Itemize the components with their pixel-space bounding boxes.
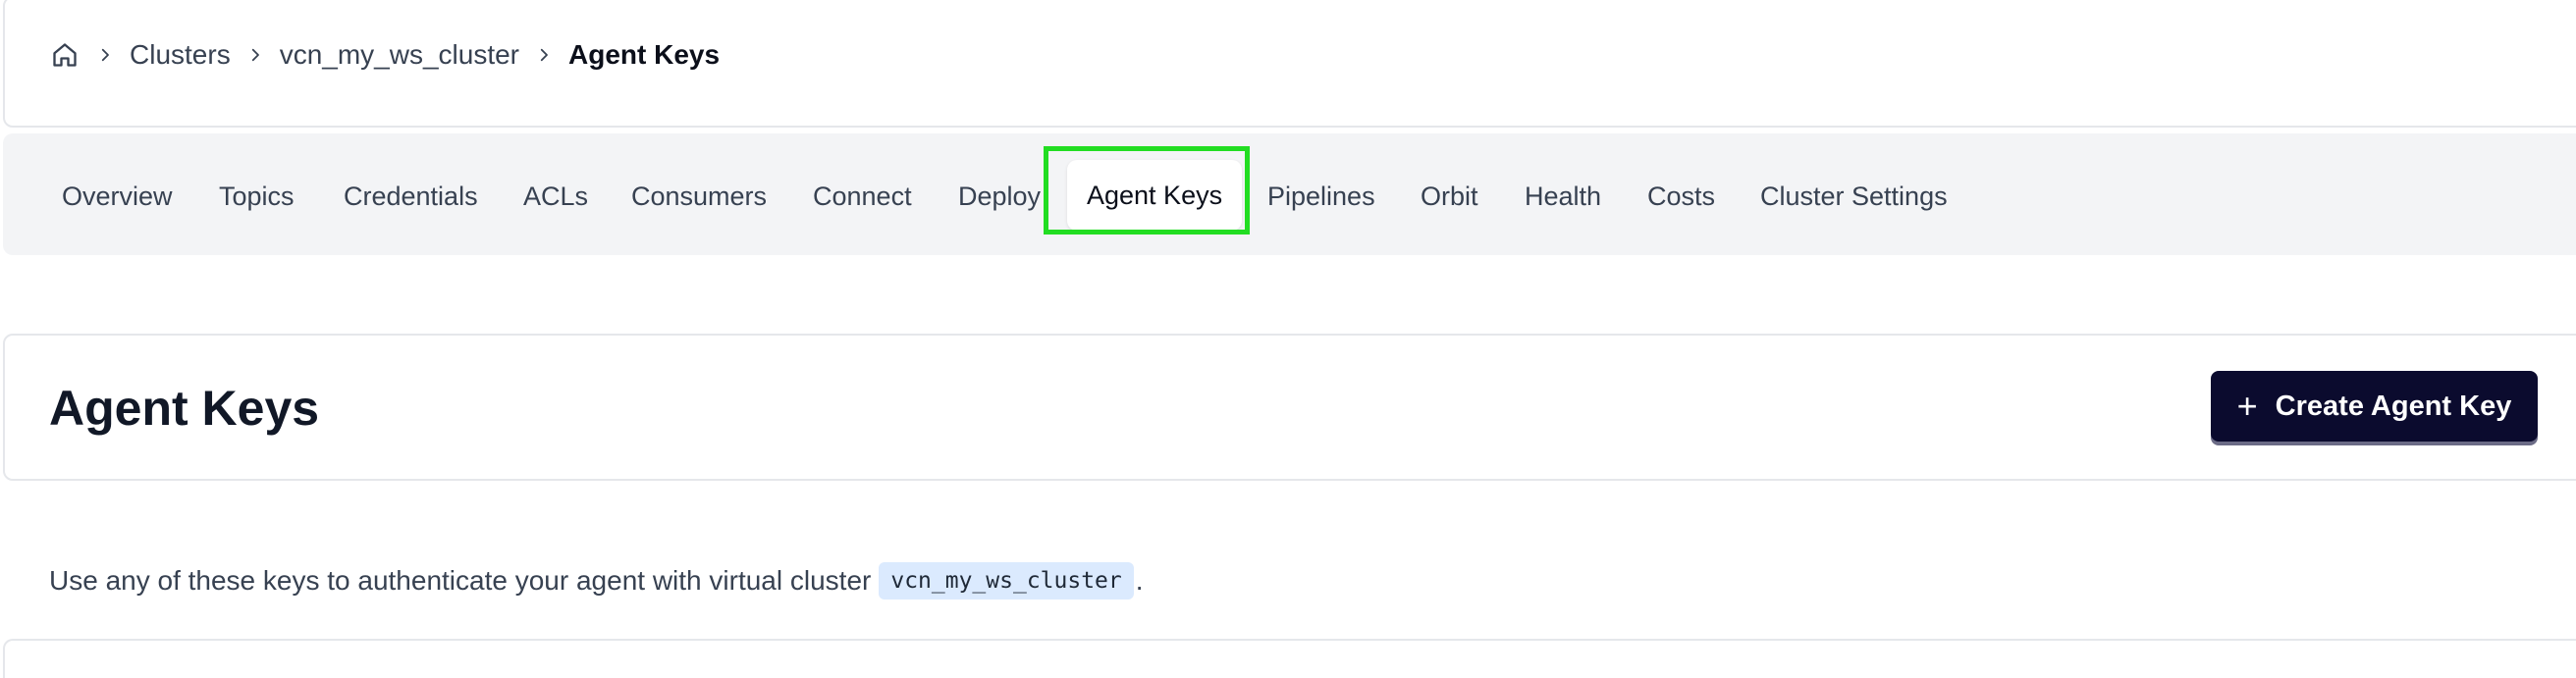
tab-costs[interactable]: Costs: [1647, 173, 1715, 220]
tab-consumers[interactable]: Consumers: [631, 173, 767, 220]
keys-list-card: [3, 639, 2576, 678]
tab-overview[interactable]: Overview: [62, 173, 173, 220]
breadcrumb: Clusters vcn_my_ws_cluster Agent Keys: [51, 35, 720, 75]
description-suffix: .: [1135, 565, 1144, 596]
tab-agent-keys[interactable]: Agent Keys: [1067, 160, 1243, 231]
tab-topics[interactable]: Topics: [219, 173, 295, 220]
tab-health[interactable]: Health: [1525, 173, 1601, 220]
chevron-right-icon: [246, 46, 264, 64]
tab-pipelines[interactable]: Pipelines: [1267, 173, 1375, 220]
create-agent-key-label: Create Agent Key: [2275, 390, 2512, 422]
tab-acls[interactable]: ACLs: [523, 173, 588, 220]
chevron-right-icon: [535, 46, 553, 64]
breadcrumb-cluster[interactable]: vcn_my_ws_cluster: [280, 39, 519, 71]
plus-icon: +: [2236, 386, 2258, 426]
tab-cluster-settings[interactable]: Cluster Settings: [1760, 173, 1948, 220]
description-text: Use any of these keys to authenticate yo…: [49, 565, 872, 596]
tab-connect[interactable]: Connect: [813, 173, 912, 220]
tab-deploy[interactable]: Deploy: [958, 173, 1041, 220]
create-agent-key-button[interactable]: + Create Agent Key: [2211, 371, 2538, 442]
tab-credentials[interactable]: Credentials: [344, 173, 478, 220]
breadcrumb-current: Agent Keys: [568, 39, 721, 70]
chevron-right-icon: [96, 46, 114, 64]
home-icon[interactable]: [51, 40, 80, 70]
breadcrumb-clusters[interactable]: Clusters: [130, 39, 231, 71]
page-header-card: [3, 334, 2576, 481]
cluster-tab-bar: Overview Topics Credentials ACLs Consume…: [3, 133, 2576, 255]
tab-orbit[interactable]: Orbit: [1421, 173, 1478, 220]
description: Use any of these keys to authenticate yo…: [49, 557, 1144, 604]
cluster-name-code: vcn_my_ws_cluster: [879, 562, 1134, 600]
page-title: Agent Keys: [49, 381, 320, 436]
